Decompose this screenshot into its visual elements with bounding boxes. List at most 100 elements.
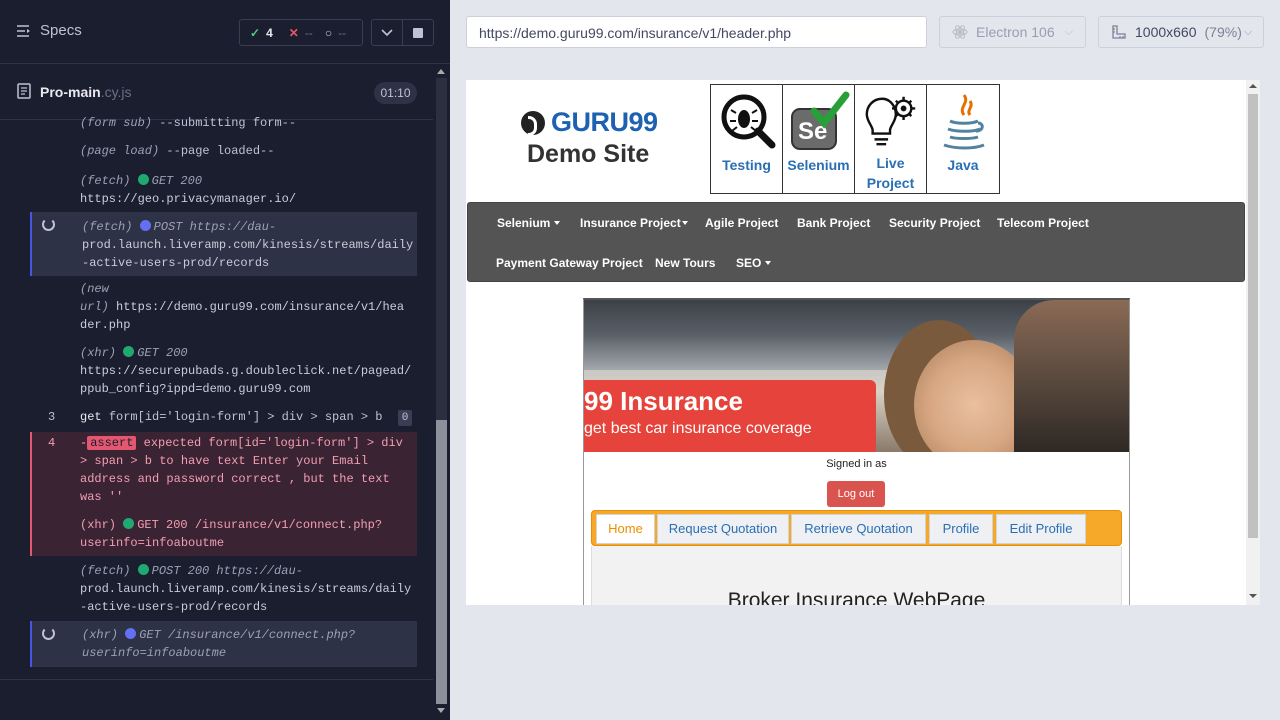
log-status: GET /insurance/v1/connect.php? xyxy=(139,628,356,642)
log-url: https://securepubads.g.doubleclick.net/p… xyxy=(80,364,412,378)
category-java[interactable]: Java xyxy=(927,85,999,193)
viewport-size: 1000x660 xyxy=(1135,24,1197,40)
viewport-selector[interactable]: 1000x660 (79%) ⌵ xyxy=(1098,16,1264,48)
log-kind: (xhr) xyxy=(80,346,117,360)
cmd-name: get xyxy=(80,410,102,424)
electron-icon xyxy=(952,25,968,39)
nav-payment-gateway-project[interactable]: Payment Gateway Project xyxy=(496,256,643,270)
category-label: Testing xyxy=(722,157,771,173)
spec-file-name: Pro-main.cy.js xyxy=(40,84,132,100)
chevron-down-icon: ⌵ xyxy=(1243,25,1253,38)
log-form-sub[interactable]: (form sub) --submitting form-- xyxy=(30,114,417,134)
status-dot-icon xyxy=(137,174,149,185)
aut-url-bar[interactable]: https://demo.guru99.com/insurance/v1/hea… xyxy=(466,16,927,48)
log-kind: (xhr) xyxy=(82,628,119,642)
hero-banner-image: 99 Insurance get best car insurance cove… xyxy=(584,300,1129,452)
log-url: prod.launch.liveramp.com/kinesis/streams… xyxy=(82,238,414,252)
broker-heading: Broker Insurance WebPage xyxy=(727,589,986,605)
tab-profile[interactable]: Profile xyxy=(929,514,993,544)
man-shape xyxy=(1014,300,1129,452)
log-text: --submitting form-- xyxy=(159,116,297,130)
specs-button[interactable]: Specs xyxy=(16,22,82,39)
scroll-down-arrow-icon[interactable] xyxy=(1249,594,1257,598)
log-xhr-doubleclick[interactable]: (xhr) GET 200 https://securepubads.g.doub… xyxy=(30,344,417,400)
log-status: GET 200 /insurance/v1/connect.php? xyxy=(137,518,383,532)
log-url-cont: -active-users-prod/records xyxy=(82,256,270,270)
nav-seo[interactable]: SEO xyxy=(736,256,772,270)
spec-file-header: Pro-main.cy.js 01:10 xyxy=(0,64,433,120)
nav-agile-project[interactable]: Agile Project xyxy=(705,216,778,230)
cypress-reporter: Specs ✓ 4 ✕ -- ○ -- Pro-main.cy.js 01:10… xyxy=(0,0,450,720)
bug-magnifier-icon xyxy=(721,94,775,149)
site-navbar: Selenium Insurance Project Agile Project… xyxy=(467,202,1245,282)
hero-red-banner: 99 Insurance get best car insurance cove… xyxy=(584,380,876,452)
cmd-selector: form[id='login-form'] > div > span > b xyxy=(108,410,383,424)
nav-label: SEO xyxy=(736,256,762,270)
log-fetch-liveramp-pending[interactable]: (fetch) POST https://dau-prod.launch.liv… xyxy=(30,212,417,276)
nav-selenium[interactable]: Selenium xyxy=(497,216,561,230)
logout-button[interactable]: Log out xyxy=(827,481,885,507)
log-page-load[interactable]: (page load) --page loaded-- xyxy=(30,142,417,162)
iframe-scroll-thumb[interactable] xyxy=(1248,94,1258,538)
loading-spinner-icon xyxy=(42,627,55,640)
nav-new-tours[interactable]: New Tours xyxy=(655,256,715,270)
tab-request-quotation[interactable]: Request Quotation xyxy=(657,514,789,544)
scroll-thumb[interactable] xyxy=(436,420,447,704)
element-count-badge: 0 xyxy=(398,410,412,426)
log-status: GET 200 xyxy=(151,174,203,188)
site-logo[interactable]: GURU99 Demo Site xyxy=(521,107,661,169)
cmd-get[interactable]: 3 get form[id='login-form'] > div > span… xyxy=(30,406,417,428)
status-dot-icon xyxy=(123,518,135,529)
scroll-up-arrow-icon[interactable] xyxy=(437,69,445,74)
pending-count: -- xyxy=(338,25,347,40)
specs-list-icon xyxy=(17,24,30,37)
expand-collapse-button[interactable] xyxy=(371,19,403,46)
chevron-down-icon: ⌵ xyxy=(1064,25,1073,38)
tab-retrieve-quotation[interactable]: Retrieve Quotation xyxy=(791,514,926,544)
hero-subtitle: get best car insurance coverage xyxy=(584,420,812,437)
status-dot-icon xyxy=(125,628,137,639)
pending-circle-icon: ○ xyxy=(324,25,333,40)
aut-iframe[interactable]: GURU99 Demo Site Testing Se Selenium Liv… xyxy=(466,80,1260,605)
nav-telecom-project[interactable]: Telecom Project xyxy=(997,216,1089,230)
tab-edit-profile[interactable]: Edit Profile xyxy=(996,514,1086,544)
assert-line1: expected form[id='login-form'] > div xyxy=(143,436,403,450)
log-fetch-geo[interactable]: (fetch) GET 200 https://geo.privacymanage… xyxy=(30,172,417,210)
log-fetch-liveramp[interactable]: (fetch) POST 200 https://dau-prod.launch… xyxy=(30,562,417,618)
log-url-cont: userinfo=infoaboutme xyxy=(80,536,225,550)
failed-x-icon: ✕ xyxy=(288,25,299,40)
specs-label: Specs xyxy=(40,22,82,39)
browser-selector[interactable]: Electron 106 ⌵ xyxy=(939,16,1086,48)
cmd-assert-failed[interactable]: 4 - assert expected form[id='login-form']… xyxy=(30,432,417,556)
log-xhr-connect-pending[interactable]: (xhr) GET /insurance/v1/connect.php? user… xyxy=(30,621,417,667)
category-links: Testing Se Selenium Live Project Java xyxy=(710,84,1000,194)
assert-line3: address and password correct , but the t… xyxy=(80,472,390,486)
nav-insurance-project[interactable]: Insurance Project xyxy=(580,216,688,230)
scroll-down-arrow-icon[interactable] xyxy=(437,708,445,713)
category-live-project[interactable]: Live Project xyxy=(855,85,927,193)
document-icon xyxy=(17,83,31,99)
caret-down-icon xyxy=(765,261,772,265)
ruler-icon xyxy=(1112,25,1126,39)
passed-count: 4 xyxy=(266,25,273,40)
nav-bank-project[interactable]: Bank Project xyxy=(797,216,870,230)
guru99-logo-icon xyxy=(521,110,545,136)
log-url: prod.launch.liveramp.com/kinesis/streams… xyxy=(80,582,412,596)
scroll-up-arrow-icon[interactable] xyxy=(1249,84,1257,88)
hero-title: 99 Insurance xyxy=(584,386,743,416)
nav-label: Selenium xyxy=(497,216,551,230)
log-kind: (fetch) xyxy=(82,220,133,234)
status-dot-icon xyxy=(123,346,135,357)
log-new-url[interactable]: (new url) https://demo.guru99.com/insuran… xyxy=(30,280,417,336)
cmd-number: 3 xyxy=(48,410,56,424)
stop-button[interactable] xyxy=(402,19,434,46)
category-testing[interactable]: Testing xyxy=(711,85,783,193)
category-selenium[interactable]: Se Selenium xyxy=(783,85,855,193)
java-logo-icon xyxy=(943,94,985,150)
signed-in-text: Signed in as xyxy=(826,458,887,470)
log-status: POST https://dau- xyxy=(153,220,277,234)
log-url-cont: der.php xyxy=(80,318,131,332)
nav-security-project[interactable]: Security Project xyxy=(889,216,980,230)
tab-home[interactable]: Home xyxy=(596,514,655,544)
log-kind: (new xyxy=(80,282,109,296)
